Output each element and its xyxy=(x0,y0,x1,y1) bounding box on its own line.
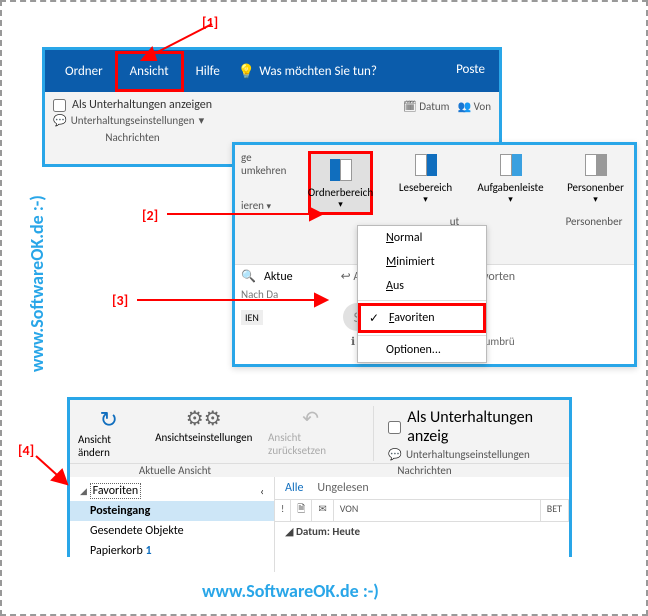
chk-conversations-2[interactable]: Als Unterhaltungen anzeig xyxy=(388,408,561,446)
panel-folderpane-dropdown: ge umkehren ieren ▾ Ordnerbereich ▾ Lese… xyxy=(232,142,637,367)
btn-aufgabenleiste[interactable]: Aufgabenleiste ▾ xyxy=(478,151,543,205)
gear-icon: ⚙⚙ xyxy=(186,406,222,431)
col-bet[interactable]: BET xyxy=(541,500,569,521)
tab-ordner[interactable]: Ordner xyxy=(53,54,115,89)
people-pane-icon xyxy=(582,151,610,179)
dropdown-ordnerbereich: Normal Minimiert Aus ✓Favoriten Optionen… xyxy=(357,225,487,363)
lightbulb-icon: 💡 xyxy=(238,63,255,80)
chat-icon: 💬 xyxy=(388,448,402,461)
chevron-down-icon: ▾ xyxy=(199,114,205,127)
arrow-1 xyxy=(132,20,232,70)
dd-favoriten[interactable]: ✓Favoriten xyxy=(358,303,486,333)
chk-conversations-label: Als Unterhaltungen anzeigen xyxy=(72,98,212,112)
btn-ansicht-aendern[interactable]: ↻ Ansicht ändern xyxy=(78,406,139,459)
group-aktuelle-ansicht: Aktuelle Ansicht xyxy=(70,464,280,477)
callout-2: [2] xyxy=(142,207,158,224)
collapse-pane-icon[interactable]: ‹ xyxy=(260,485,264,498)
refresh-icon: ↻ xyxy=(99,406,117,433)
dd-separator2 xyxy=(358,335,486,336)
dd-aus[interactable]: Aus xyxy=(358,274,486,298)
chevron-down-icon: ▾ xyxy=(593,194,598,205)
window-title-partial: Poste xyxy=(456,62,485,77)
dd-minimiert[interactable]: Minimiert xyxy=(358,250,486,274)
arrange-von[interactable]: 👥 Von xyxy=(457,100,491,144)
dd-separator xyxy=(358,300,486,301)
panel3-body: ◢ Favoriten ‹ Posteingang Gesendete Obje… xyxy=(70,477,569,572)
dd-normal[interactable]: Normal xyxy=(358,226,486,250)
conversation-settings-2[interactable]: 💬 Unterhaltungseinstellungen xyxy=(388,448,561,461)
folder-favoriten-header[interactable]: ◢ Favoriten ‹ xyxy=(70,481,274,501)
ribbon-body-1: Als Unterhaltungen anzeigen 💬 Unterhaltu… xyxy=(45,92,499,148)
date-group[interactable]: ◢ Datum: Heute xyxy=(275,522,569,541)
folder-pane: ◢ Favoriten ‹ Posteingang Gesendete Obje… xyxy=(70,477,275,572)
chevron-down-icon: ▾ xyxy=(508,194,513,205)
btn-aufgabenleiste-label: Aufgabenleiste xyxy=(477,181,543,194)
search-partial: Aktue xyxy=(264,270,293,284)
group-personen: Personenber xyxy=(554,215,634,228)
chevron-down-icon: ▾ xyxy=(423,194,428,205)
folder-papierkorb-count: 1 xyxy=(146,544,152,558)
tell-me[interactable]: 💡 Was möchten Sie tun? xyxy=(238,63,377,80)
chevron-down-icon: ▾ xyxy=(338,199,343,210)
btn-ansichtseinstellungen-label: Ansichtseinstellungen xyxy=(155,431,252,444)
panel-result-folderpane: ↻ Ansicht ändern ⚙⚙ Ansichtseinstellunge… xyxy=(67,397,572,557)
conversation-settings-label: Unterhaltungseinstellungen xyxy=(71,114,195,127)
btn-personen[interactable]: Personenber ▾ xyxy=(563,151,628,205)
ribbon-header: Ordner Ansicht Hilfe 💡 Was möchten Sie t… xyxy=(45,50,499,92)
brand-bottom: www.SoftwareOK.de :-) xyxy=(202,580,379,602)
tell-me-label: Was möchten Sie tun? xyxy=(259,64,377,79)
conversation-settings[interactable]: 💬 Unterhaltungseinstellungen ▾ xyxy=(53,114,212,127)
reading-pane-icon xyxy=(412,151,440,179)
tag-ien: IEN xyxy=(241,310,263,325)
arrange-datum[interactable]: 🗓 Datum xyxy=(403,100,450,144)
folder-gesendet[interactable]: Gesendete Objekte xyxy=(70,521,274,541)
search-icon[interactable]: 🔍 xyxy=(241,269,256,284)
list-header: ! 🗎 ✉ VON BET xyxy=(275,499,569,522)
task-pane-icon xyxy=(497,151,525,179)
ribbon-row-view: ↻ Ansicht ändern ⚙⚙ Ansichtseinstellunge… xyxy=(70,400,569,464)
col-attach-icon[interactable]: 🗎 xyxy=(291,500,312,521)
chat-icon: 💬 xyxy=(53,114,67,127)
btn-lesebereich[interactable]: Lesebereich ▾ xyxy=(393,151,458,205)
btn-personen-label: Personenber xyxy=(567,181,624,194)
chk-conversations-2-box[interactable] xyxy=(388,421,401,434)
folder-pane-icon xyxy=(327,156,355,184)
callout-3: [3] xyxy=(112,292,128,309)
filter-ungelesen[interactable]: Ungelesen xyxy=(317,481,368,495)
btn-ansicht-reset: ↶ Ansicht zurücksetzen xyxy=(268,406,353,457)
arrow-3 xyxy=(137,290,337,310)
filter-alle[interactable]: Alle xyxy=(285,481,303,495)
folder-papierkorb-label: Papierkorb xyxy=(90,544,143,558)
btn-ansicht-reset-label: Ansicht zurücksetzen xyxy=(268,431,353,457)
conversation-settings-2-label: Unterhaltungseinstellungen xyxy=(406,448,530,461)
col-flag-icon[interactable]: ! xyxy=(275,500,291,521)
folder-papierkorb[interactable]: Papierkorb 1 xyxy=(70,541,274,561)
folder-favoriten-label: Favoriten xyxy=(90,483,141,499)
dd-optionen[interactable]: Optionen... xyxy=(358,338,486,362)
chk-conversations-2-label: Als Unterhaltungen anzeig xyxy=(407,408,561,446)
partial-umkehren: ge umkehren xyxy=(241,151,288,177)
col-von[interactable]: VON xyxy=(334,500,541,521)
group-nachrichten: Nachrichten xyxy=(53,131,212,144)
folder-posteingang[interactable]: Posteingang xyxy=(70,501,274,521)
arrow-2 xyxy=(167,202,337,222)
arrow-4 xyxy=(32,452,82,502)
btn-ansicht-aendern-label: Ansicht ändern xyxy=(78,433,139,459)
chk-conversations[interactable]: Als Unterhaltungen anzeigen xyxy=(53,98,212,112)
message-list: Alle Ungelesen ! 🗎 ✉ VON BET ◢ Datum: He… xyxy=(275,477,569,572)
btn-ansichtseinstellungen[interactable]: ⚙⚙ Ansichtseinstellungen xyxy=(159,406,248,444)
btn-ordnerbereich-label: Ordnerbereich xyxy=(308,186,373,199)
check-icon: ✓ xyxy=(369,311,379,326)
group-nachrichten-2: Nachrichten xyxy=(280,464,569,477)
chk-conversations-box[interactable] xyxy=(53,99,66,112)
reset-icon: ↶ xyxy=(302,406,319,431)
btn-lesebereich-label: Lesebereich xyxy=(399,181,452,194)
col-read-icon[interactable]: ✉ xyxy=(312,500,333,521)
brand-vertical: www.SoftwareOK.de :-) xyxy=(26,195,48,372)
